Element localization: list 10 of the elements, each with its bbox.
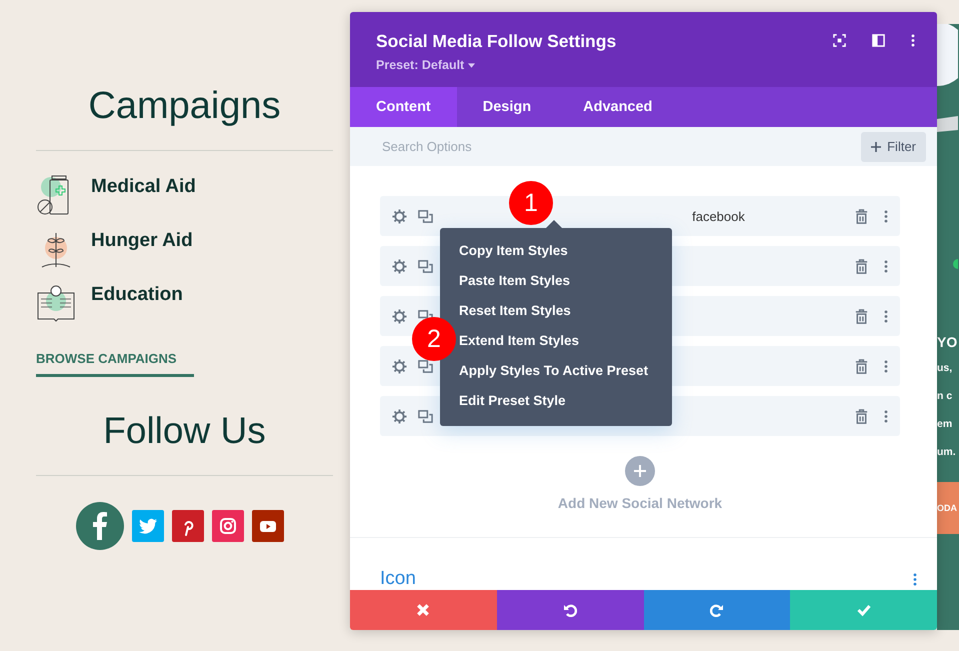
body-text: um. bbox=[937, 446, 956, 460]
body-text: us, bbox=[937, 362, 952, 376]
follow-us-heading: Follow Us bbox=[102, 409, 267, 453]
campaigns-heading: Campaigns bbox=[87, 84, 282, 129]
network-name: facebook bbox=[692, 208, 745, 224]
step-number-badge: 1 bbox=[509, 181, 553, 226]
modal-title: Social Media Follow Settings bbox=[376, 31, 616, 52]
body-text: em bbox=[937, 418, 952, 432]
heading-text: YO bbox=[937, 334, 958, 350]
body-text: n c bbox=[937, 390, 952, 404]
